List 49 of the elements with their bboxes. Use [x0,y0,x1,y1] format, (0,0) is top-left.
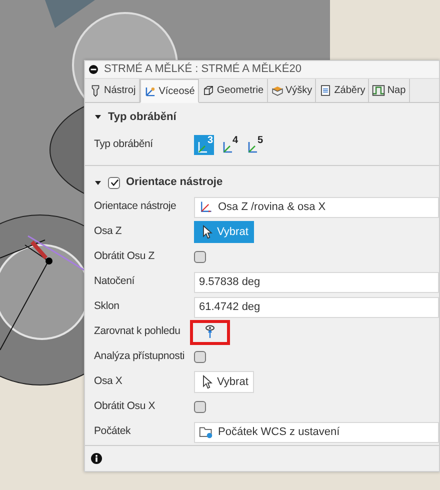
text-field[interactable]: 61.4742 deg [194,296,439,318]
checkbox[interactable] [194,251,206,264]
tab[interactable]: Nap [369,79,410,102]
cursor-icon [200,374,214,390]
axes-icon [247,140,258,154]
field-label: Natočení [94,274,136,290]
axis-option[interactable]: 5 [244,135,264,156]
tab[interactable]: Geometrie [198,79,268,102]
checkbox[interactable] [194,351,206,364]
axes-icon [144,84,157,98]
section-title[interactable]: Orientace nástroje [126,174,223,191]
collapse-icon[interactable] [89,65,98,74]
field-label: Počátek [94,424,132,440]
text-field[interactable]: 9.57838 deg [194,272,439,293]
field-label: Sklon [94,299,120,314]
field-label: Typ obrábění [94,137,154,152]
folder-icon [199,425,213,440]
field-label: Obrátit Osu X [94,399,156,414]
caret-icon[interactable] [94,113,102,122]
dropdown-field[interactable]: Osa Z /rovina & osa X [194,196,439,218]
checkbox[interactable] [194,401,206,414]
select-button[interactable]: Vybrat [194,371,254,394]
field-label: Osa Z [94,224,123,240]
tool-icon [89,84,102,98]
axes-icon [199,200,213,214]
axis-option[interactable]: 4 [219,135,239,156]
section-title[interactable]: Typ obrábění [108,108,176,126]
checkbox[interactable] [108,176,120,189]
axes-icon [197,140,208,154]
field-label: Orientace nástroje [94,199,178,214]
path-icon [372,84,386,98]
caret-icon[interactable] [94,178,102,187]
field-label: Obrátit Osu Z [94,249,156,264]
info-icon[interactable] [91,452,102,464]
axes-icon [222,140,232,154]
dropdown-field[interactable]: Počátek WCS z ustavení [194,422,439,443]
eye-arrow-icon [205,325,215,340]
tab[interactable]: Záběry [316,79,370,102]
field-label: Analýza přístupnosti [94,349,186,364]
tab[interactable]: Víceosé [140,79,199,103]
window-title: STRMÉ A MĚLKÉ : STRMÉ A MĚLKÉ20 [104,61,302,78]
align-view-button[interactable] [190,320,230,345]
field-label: Osa X [94,374,124,390]
list-icon [319,84,332,98]
field-label: Zarovnat k pohledu [94,324,182,340]
cursor-icon [200,224,214,240]
layers-icon [270,84,284,98]
tab[interactable]: Výšky [268,79,316,102]
cube-icon [202,84,215,98]
